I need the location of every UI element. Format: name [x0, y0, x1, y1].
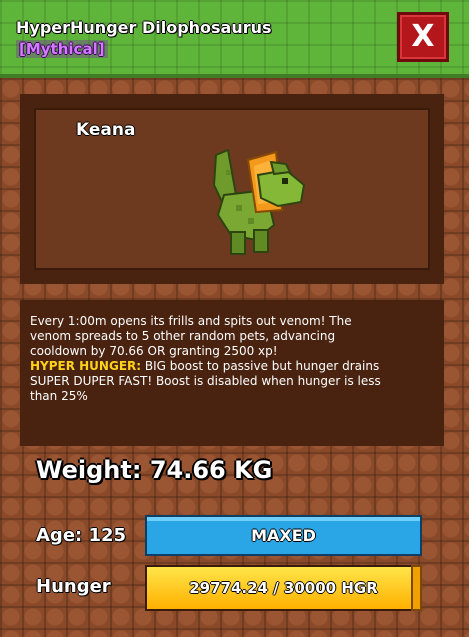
dilophosaurus-pet-image — [212, 148, 306, 255]
description-line: venom spreads to 5 other random pets, ad… — [30, 329, 336, 343]
window-header: HyperHunger Dilophosaurus [Mythical] X — [0, 0, 469, 78]
age-bar-text: MAXED — [251, 526, 316, 545]
weight-label: Weight: 74.66 KG — [36, 456, 273, 484]
age-progress-bar: MAXED — [145, 515, 422, 556]
description-line: than 25% — [30, 389, 88, 403]
description-text: BIG boost to passive but hunger drains — [141, 359, 380, 373]
pet-species-title: HyperHunger Dilophosaurus — [16, 18, 272, 37]
description-line: cooldown by 70.66 OR granting 2500 xp! — [30, 344, 278, 358]
hunger-label: Hunger — [36, 576, 111, 597]
description-line: HYPER HUNGER: BIG boost to passive but h… — [30, 359, 434, 374]
hunger-progress-bar: 29774.24 / 30000 HGR — [145, 565, 422, 611]
pet-name: Keana — [76, 120, 136, 140]
description-line: SUPER DUPER FAST! Boost is disabled when… — [30, 374, 381, 388]
hunger-bar-text: 29774.24 / 30000 HGR — [189, 579, 378, 597]
age-label: Age: 125 — [36, 525, 127, 546]
hunger-bar-cap — [411, 565, 422, 611]
pet-preview-panel: Keana — [34, 108, 430, 270]
hyper-hunger-label: HYPER HUNGER: — [30, 359, 142, 373]
ability-description: Every 1:00m opens its frills and spits o… — [20, 300, 444, 446]
close-button[interactable]: X — [397, 12, 449, 62]
description-line: Every 1:00m opens its frills and spits o… — [30, 314, 352, 328]
pet-preview-frame: Keana — [20, 94, 444, 284]
rarity-badge: [Mythical] — [16, 40, 108, 58]
